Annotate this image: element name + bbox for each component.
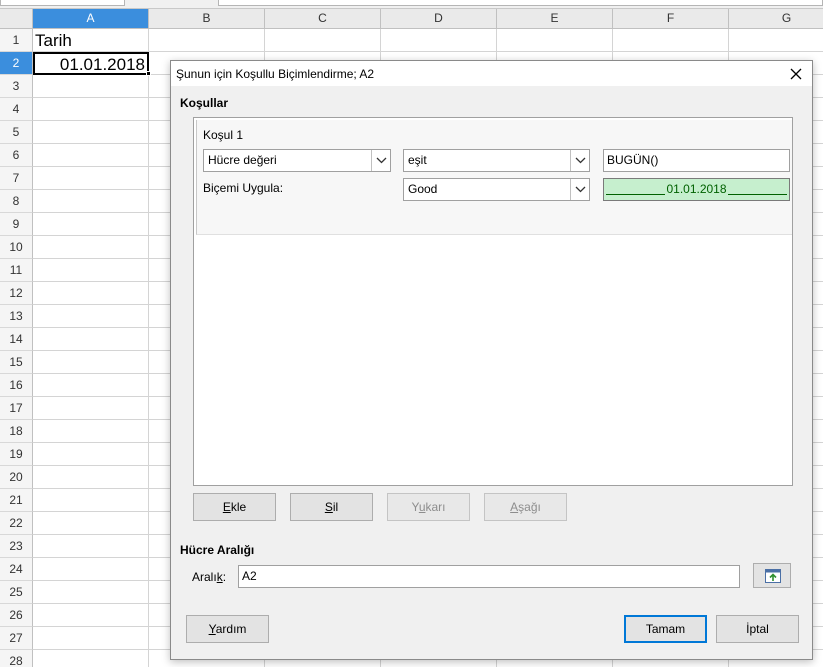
conditional-formatting-dialog: Şunun için Koşullu Biçimlendirme; A2 Koş…: [170, 60, 813, 660]
cell-a2-selected[interactable]: 01.01.2018: [33, 52, 149, 75]
move-up-button[interactable]: Yukarı: [387, 493, 470, 521]
row-header-13[interactable]: 13: [0, 305, 33, 328]
preview-text: 01.01.2018: [665, 182, 728, 196]
dialog-title: Şunun için Koşullu Biçimlendirme; A2: [176, 67, 375, 81]
row-header-24[interactable]: 24: [0, 558, 33, 581]
column-header-f[interactable]: F: [613, 9, 729, 29]
row-header-10[interactable]: 10: [0, 236, 33, 259]
row-header-8[interactable]: 8: [0, 190, 33, 213]
condition-entry[interactable]: Koşul 1 Hücre değeri eşit BUGÜN() Biçemi…: [196, 120, 792, 235]
shrink-range-icon: [765, 569, 781, 583]
close-icon: [790, 68, 802, 80]
column-header-c[interactable]: C: [265, 9, 381, 29]
style-value: Good: [408, 182, 438, 196]
row-header-27[interactable]: 27: [0, 627, 33, 650]
dropdown-arrow[interactable]: [570, 179, 589, 200]
apply-style-label: Biçemi Uygula:: [203, 181, 284, 195]
chevron-down-icon: [376, 157, 387, 164]
column-header-b[interactable]: B: [149, 9, 265, 29]
dropdown-arrow[interactable]: [371, 150, 390, 171]
shrink-range-button[interactable]: [753, 563, 791, 588]
toolbar-strip: [0, 0, 823, 9]
row-header-14[interactable]: 14: [0, 328, 33, 351]
move-down-button[interactable]: Aşağı: [484, 493, 567, 521]
cell-a1[interactable]: Tarih: [35, 29, 72, 52]
formula-bar-input[interactable]: [218, 0, 823, 6]
row-header-3[interactable]: 3: [0, 75, 33, 98]
row-header-28[interactable]: 28: [0, 650, 33, 667]
dialog-body: Koşullar Koşul 1 Hücre değeri eşit BUGÜN…: [171, 86, 812, 659]
dialog-titlebar[interactable]: Şunun için Koşullu Biçimlendirme; A2: [171, 61, 812, 86]
row-header-6[interactable]: 6: [0, 144, 33, 167]
column-header-d[interactable]: D: [381, 9, 497, 29]
condition-label: Koşul 1: [203, 128, 244, 142]
row-header-9[interactable]: 9: [0, 213, 33, 236]
column-header-a[interactable]: A: [33, 9, 149, 29]
remove-button[interactable]: Sil: [290, 493, 373, 521]
column-header-e[interactable]: E: [497, 9, 613, 29]
row-header-23[interactable]: 23: [0, 535, 33, 558]
operator-dropdown[interactable]: eşit: [403, 149, 590, 172]
chevron-down-icon: [575, 186, 586, 193]
row-header-11[interactable]: 11: [0, 259, 33, 282]
row-header-20[interactable]: 20: [0, 466, 33, 489]
help-button[interactable]: Yardım: [186, 615, 269, 643]
dropdown-arrow[interactable]: [570, 150, 589, 171]
row-header-7[interactable]: 7: [0, 167, 33, 190]
row-header-2[interactable]: 2: [0, 52, 33, 75]
autofill-handle[interactable]: [146, 71, 151, 76]
row-header-4[interactable]: 4: [0, 98, 33, 121]
style-dropdown[interactable]: Good: [403, 178, 590, 201]
ok-button[interactable]: Tamam: [624, 615, 707, 643]
condition-type-dropdown[interactable]: Hücre değeri: [203, 149, 391, 172]
row-header-26[interactable]: 26: [0, 604, 33, 627]
row-header-21[interactable]: 21: [0, 489, 33, 512]
row-header-15[interactable]: 15: [0, 351, 33, 374]
condition-type-value: Hücre değeri: [208, 153, 277, 167]
row-header-12[interactable]: 12: [0, 282, 33, 305]
conditions-heading: Koşullar: [180, 96, 229, 110]
name-box[interactable]: [0, 0, 125, 6]
grid-column-line: [148, 29, 149, 667]
row-header-1[interactable]: 1: [0, 29, 33, 52]
style-preview: 01.01.2018: [603, 178, 790, 201]
row-header-16[interactable]: 16: [0, 374, 33, 397]
select-all-corner[interactable]: [0, 9, 33, 29]
row-header-22[interactable]: 22: [0, 512, 33, 535]
range-input[interactable]: A2: [238, 565, 740, 588]
expression-input[interactable]: BUGÜN(): [603, 149, 790, 172]
add-button[interactable]: Ekle: [193, 493, 276, 521]
row-header-17[interactable]: 17: [0, 397, 33, 420]
row-header-5[interactable]: 5: [0, 121, 33, 144]
cell-range-heading: Hücre Aralığı: [180, 543, 255, 557]
row-header-18[interactable]: 18: [0, 420, 33, 443]
row-header-25[interactable]: 25: [0, 581, 33, 604]
cancel-button[interactable]: İptal: [716, 615, 799, 643]
range-label: Aralık:: [192, 570, 227, 584]
close-button[interactable]: [786, 64, 806, 84]
operator-value: eşit: [408, 153, 427, 167]
row-header-19[interactable]: 19: [0, 443, 33, 466]
column-header-g[interactable]: G: [729, 9, 823, 29]
grid-row-line: [33, 51, 823, 52]
conditions-list[interactable]: Koşul 1 Hücre değeri eşit BUGÜN() Biçemi…: [193, 117, 793, 486]
chevron-down-icon: [575, 157, 586, 164]
